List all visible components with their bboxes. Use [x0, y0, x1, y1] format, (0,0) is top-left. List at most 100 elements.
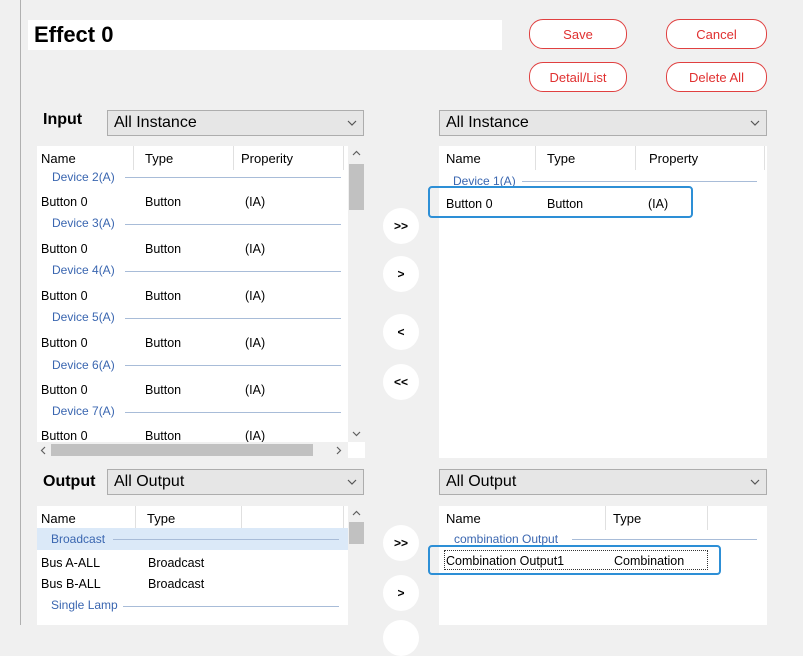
column-header-property[interactable]: Property — [649, 151, 698, 166]
column-divider — [133, 146, 134, 170]
column-header-type[interactable]: Type — [547, 151, 575, 166]
group-header-device-7: Device 7(A) — [52, 404, 115, 418]
scroll-down-icon[interactable] — [352, 430, 361, 437]
horizontal-scrollbar[interactable] — [37, 442, 348, 458]
list-item-type[interactable]: Broadcast — [148, 556, 204, 570]
list-item-name[interactable]: Bus A-ALL — [41, 556, 100, 570]
group-header-device-5: Device 5(A) — [52, 310, 115, 324]
chevron-down-icon — [347, 120, 357, 126]
output-filter-value: All Output — [114, 473, 185, 490]
column-divider — [605, 506, 606, 530]
chevron-down-icon — [750, 479, 760, 485]
cancel-button[interactable]: Cancel — [666, 19, 767, 49]
column-header-type[interactable]: Type — [613, 511, 641, 526]
selected-output-filter-value: All Output — [446, 473, 517, 490]
output-list: Name Type Broadcast Bus A-ALL Broadcast … — [37, 506, 365, 625]
group-header-device-6: Device 6(A) — [52, 358, 115, 372]
list-item-property[interactable]: (IA) — [245, 383, 265, 397]
selection-highlight — [428, 545, 721, 575]
column-divider — [343, 146, 344, 170]
detail-list-button[interactable]: Detail/List — [529, 62, 627, 92]
group-divider — [572, 539, 757, 540]
list-item-property[interactable]: (IA) — [245, 195, 265, 209]
chevron-down-icon — [347, 479, 357, 485]
column-header-type[interactable]: Type — [147, 511, 175, 526]
group-divider — [522, 181, 757, 182]
column-divider — [764, 146, 765, 170]
list-item-property[interactable]: (IA) — [245, 242, 265, 256]
output-add-button[interactable]: > — [383, 575, 419, 611]
page-title: Effect 0 — [34, 22, 114, 47]
selected-output-filter-select[interactable]: All Output — [439, 469, 767, 495]
group-header-device-3: Device 3(A) — [52, 216, 115, 230]
column-header-name[interactable]: Name — [446, 151, 481, 166]
scrollbar-thumb[interactable] — [51, 444, 313, 456]
add-all-button[interactable]: >> — [383, 208, 419, 244]
list-item-name[interactable]: Button 0 — [41, 429, 88, 443]
column-divider — [233, 146, 234, 170]
input-list: Name Type Properity Device 2(A) Button 0… — [37, 146, 365, 458]
list-item-property[interactable]: (IA) — [245, 336, 265, 350]
column-divider — [343, 506, 344, 530]
input-filter-value: All Instance — [114, 114, 197, 131]
list-item-name[interactable]: Bus B-ALL — [41, 577, 101, 591]
title-field[interactable]: Effect 0 — [28, 20, 502, 50]
list-item-type[interactable]: Button — [145, 383, 181, 397]
scrollbar-thumb[interactable] — [349, 164, 364, 210]
group-divider — [125, 412, 341, 413]
chevron-down-icon — [750, 120, 760, 126]
scroll-up-icon[interactable] — [352, 510, 361, 517]
list-item-type[interactable]: Button — [145, 289, 181, 303]
selected-input-filter-value: All Instance — [446, 114, 529, 131]
remove-button[interactable]: < — [383, 314, 419, 350]
input-filter-select[interactable]: All Instance — [107, 110, 364, 136]
save-button[interactable]: Save — [529, 19, 627, 49]
group-divider — [123, 606, 339, 607]
column-header-property[interactable]: Properity — [241, 151, 293, 166]
list-item-type[interactable]: Button — [145, 242, 181, 256]
window-border — [20, 0, 21, 625]
output-remove-button[interactable] — [383, 620, 419, 656]
scroll-right-icon[interactable] — [335, 446, 342, 455]
list-item-name[interactable]: Button 0 — [41, 336, 88, 350]
group-divider — [125, 318, 341, 319]
vertical-scrollbar[interactable] — [348, 146, 365, 442]
output-filter-select[interactable]: All Output — [107, 469, 364, 495]
list-item-type[interactable]: Button — [145, 336, 181, 350]
list-item-property[interactable]: (IA) — [245, 289, 265, 303]
column-divider — [135, 506, 136, 530]
column-header-name[interactable]: Name — [41, 151, 76, 166]
group-header-device-2: Device 2(A) — [52, 170, 115, 184]
list-item-name[interactable]: Button 0 — [41, 383, 88, 397]
vertical-scrollbar[interactable] — [348, 506, 365, 625]
group-divider — [125, 224, 341, 225]
group-divider — [113, 539, 339, 540]
list-item-name[interactable]: Button 0 — [41, 242, 88, 256]
list-item-type[interactable]: Button — [145, 429, 181, 443]
group-divider — [125, 177, 341, 178]
list-item-property[interactable]: (IA) — [245, 429, 265, 443]
scrollbar-thumb[interactable] — [349, 522, 364, 544]
selection-highlight — [428, 186, 693, 218]
list-item-type[interactable]: Broadcast — [148, 577, 204, 591]
group-header-device-4: Device 4(A) — [52, 263, 115, 277]
list-item-name[interactable]: Button 0 — [41, 289, 88, 303]
group-header-broadcast: Broadcast — [51, 532, 106, 546]
scroll-left-icon[interactable] — [40, 446, 47, 455]
column-divider — [535, 146, 536, 170]
group-header-combination-output: combination Output — [454, 532, 559, 546]
selected-input-filter-select[interactable]: All Instance — [439, 110, 767, 136]
column-header-type[interactable]: Type — [145, 151, 173, 166]
remove-all-button[interactable]: << — [383, 364, 419, 400]
scroll-up-icon[interactable] — [352, 150, 361, 157]
column-header-name[interactable]: Name — [446, 511, 481, 526]
output-add-all-button[interactable]: >> — [383, 525, 419, 561]
group-divider — [125, 271, 341, 272]
list-item-name[interactable]: Button 0 — [41, 195, 88, 209]
add-button[interactable]: > — [383, 256, 419, 292]
list-item-type[interactable]: Button — [145, 195, 181, 209]
input-label: Input — [43, 111, 83, 128]
delete-all-button[interactable]: Delete All — [666, 62, 767, 92]
column-header-name[interactable]: Name — [41, 511, 76, 526]
column-divider — [635, 146, 636, 170]
